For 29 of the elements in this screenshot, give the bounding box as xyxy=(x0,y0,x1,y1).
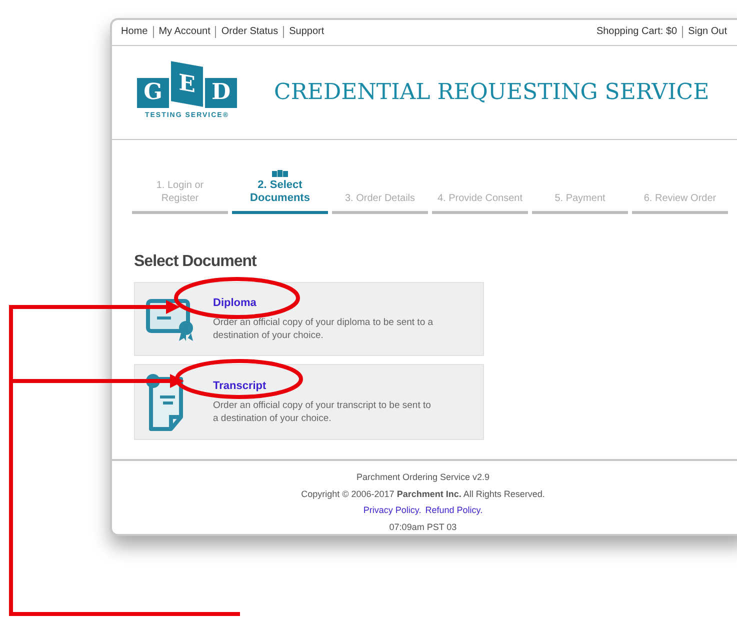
step-label: 6. Review Order xyxy=(644,192,716,205)
logo-letter: E xyxy=(171,60,203,106)
copyright-text: Copyright © 2006-2017 Parchment Inc. All Rights Reserved. xyxy=(301,488,545,501)
nav-link[interactable]: Support xyxy=(284,26,330,38)
step-label: 5. Payment xyxy=(554,192,606,205)
step-label: 4. Provide Consent xyxy=(437,192,523,205)
document-link[interactable]: Transcript xyxy=(213,378,435,394)
service-title: CREDENTIAL REQUESTING SERVICE xyxy=(274,78,710,107)
document-link[interactable]: Diploma xyxy=(213,294,435,312)
step-label: 1. Login or Register xyxy=(155,178,205,205)
document-description: Order an official copy of your transcript to be sent to a destination of your choice. xyxy=(213,399,432,426)
section-title: Select Document xyxy=(134,252,258,272)
nav-link[interactable]: My Account xyxy=(154,26,216,38)
nav-link[interactable]: Sign Out xyxy=(682,26,732,38)
logo-icon xyxy=(272,170,288,178)
policy-link[interactable]: Privacy Policy. xyxy=(363,504,422,518)
document-option[interactable]: Transcript Order an official copy of your transcript to be sent to a destination of your choice. xyxy=(134,364,484,440)
timestamp: 07:09am PST 03 xyxy=(389,520,457,534)
step-label: 3. Order Details xyxy=(344,192,416,205)
version-text: Parchment Ordering Service v2.9 xyxy=(356,471,490,484)
nav-link[interactable]: Order Status xyxy=(216,26,284,38)
logo-letter: G xyxy=(137,78,169,108)
document-option[interactable]: Diploma Order an official copy of your diploma to be sent to a destination of your choice. xyxy=(134,282,484,356)
logo-letter: D xyxy=(205,78,237,108)
nav-link[interactable]: Home xyxy=(116,26,154,38)
policy-link[interactable]: Refund Policy. xyxy=(425,504,483,518)
step-label: 2. Select Documents xyxy=(249,178,311,205)
nav-link[interactable]: Shopping Cart: $0 xyxy=(591,26,682,38)
document-description: Order an official copy of your diploma to be sent to a destination of your choice. xyxy=(213,316,434,342)
